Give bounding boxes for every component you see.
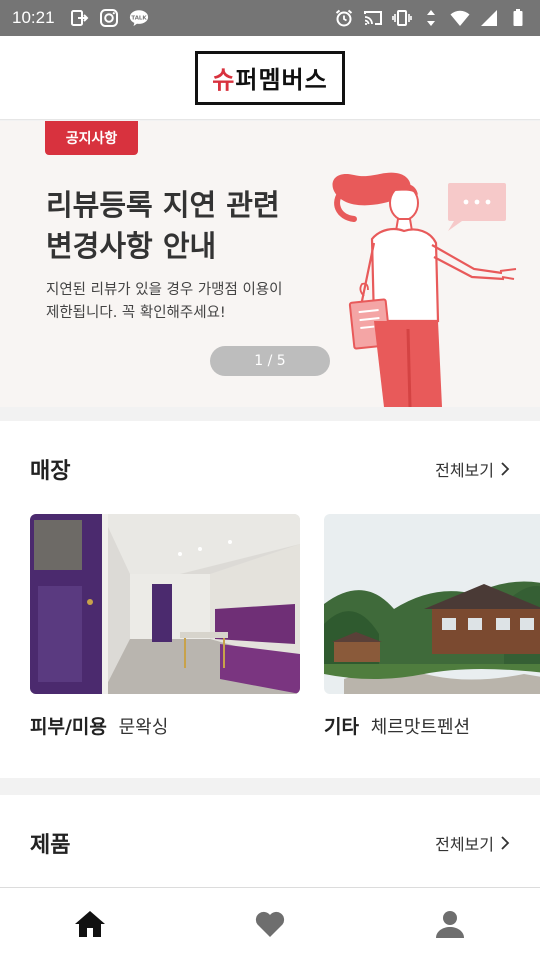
nav-home-button[interactable] [60, 894, 120, 954]
product-section-title: 제품 [30, 833, 71, 858]
product-see-all-link[interactable]: 전체보기 [435, 831, 510, 855]
brand-logo[interactable]: 슈퍼멤버스 [195, 50, 345, 105]
store-name: 체르맛트펜션 [370, 717, 471, 738]
banner-title-line2: 변경사항 안내 [46, 229, 217, 263]
battery-icon [508, 8, 528, 28]
store-card[interactable]: 기타 체르맛트펜션 [324, 514, 540, 739]
bottom-navigation [0, 887, 540, 960]
store-section-header: 매장 전체보기 [0, 421, 540, 513]
status-time: 10:21 [12, 8, 55, 27]
cast-icon [363, 8, 383, 28]
banner-title: 리뷰등록 지연 관련 변경사항 안내 [46, 185, 326, 267]
store-caption: 피부/미용 문왁싱 [30, 712, 300, 739]
store-section: 매장 전체보기 피부/미용 문왁싱 기타 체르맛트펜션 [0, 421, 540, 778]
banner-description: 지연된 리뷰가 있을 경우 가맹점 이용이 제한됩니다. 꼭 확인해주세요! [46, 279, 326, 325]
signal-icon [479, 8, 499, 28]
pension-house-photo [324, 514, 540, 694]
instagram-icon [99, 8, 119, 28]
home-icon [75, 911, 105, 937]
exit-icon [69, 8, 89, 28]
alarm-icon [334, 8, 354, 28]
product-section-header: 제품 전체보기 [0, 795, 540, 887]
salon-interior-photo [30, 514, 300, 694]
status-bar: 10:21 TALK [0, 0, 540, 36]
chevron-right-icon [501, 836, 510, 850]
talk-icon-label: TALK [131, 15, 147, 21]
talk-icon: TALK [129, 8, 149, 28]
banner-page-indicator: 1 / 5 [210, 346, 330, 376]
nav-profile-button[interactable] [420, 894, 480, 954]
vibrate-icon [392, 8, 412, 28]
store-category: 기타 [324, 716, 359, 738]
banner-desc-line2: 제한됩니다. 꼭 확인해주세요! [46, 305, 226, 321]
app-header: 슈퍼멤버스 [0, 36, 540, 120]
heart-icon [255, 911, 285, 937]
notice-badge: 공지사항 [45, 121, 138, 155]
logo-text-rest: 퍼멤버스 [235, 66, 328, 94]
store-section-title: 매장 [30, 459, 71, 484]
notice-banner[interactable]: 공지사항 리뷰등록 지연 관련 변경사항 안내 지연된 리뷰가 있을 경우 가맹… [0, 121, 540, 407]
store-category: 피부/미용 [30, 716, 107, 738]
store-card[interactable]: 피부/미용 문왁싱 [30, 514, 300, 739]
banner-desc-line1: 지연된 리뷰가 있을 경우 가맹점 이용이 [46, 282, 283, 298]
store-see-all-link[interactable]: 전체보기 [435, 457, 510, 481]
logo-text: 슈퍼멤버스 [212, 60, 327, 95]
woman-illustration-icon [332, 172, 517, 407]
banner-title-line1: 리뷰등록 지연 관련 [46, 188, 280, 222]
user-icon [436, 911, 464, 938]
store-see-all-label: 전체보기 [435, 461, 494, 480]
wifi-icon [450, 8, 470, 28]
data-arrows-icon [421, 8, 441, 28]
logo-text-first: 슈 [212, 66, 236, 94]
product-see-all-label: 전체보기 [435, 835, 494, 854]
store-caption: 기타 체르맛트펜션 [324, 712, 540, 739]
store-name: 문왁싱 [118, 717, 169, 738]
nav-favorites-button[interactable] [240, 894, 300, 954]
chevron-right-icon [501, 462, 510, 476]
product-section: 제품 전체보기 [0, 795, 540, 887]
